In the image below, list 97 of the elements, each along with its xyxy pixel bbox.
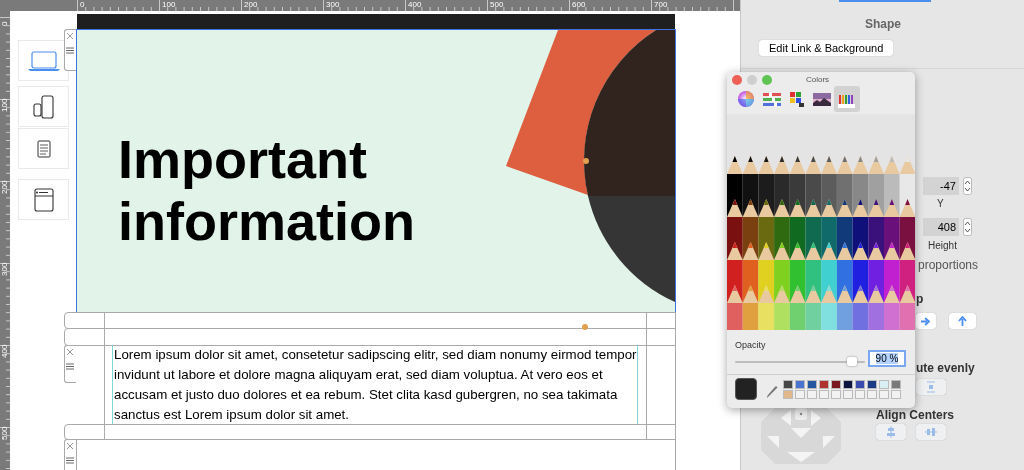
opacity-field[interactable]: 90 % <box>868 350 906 367</box>
align-center-vertical-icon <box>886 426 896 438</box>
field-label: Height <box>928 239 957 253</box>
menu-icon[interactable] <box>66 47 74 54</box>
device-option[interactable] <box>18 179 69 220</box>
distribute-button[interactable] <box>916 379 946 395</box>
half-circle-shape[interactable] <box>584 30 675 302</box>
close-icon[interactable] <box>66 348 74 356</box>
handle-dot[interactable] <box>582 324 588 330</box>
empty-swatch[interactable] <box>843 390 853 399</box>
section-handle[interactable] <box>64 439 76 470</box>
align-middle-button[interactable] <box>916 424 946 440</box>
color-swatch[interactable] <box>795 380 805 389</box>
handle-dot[interactable] <box>583 158 589 164</box>
color-sliders-icon <box>762 90 782 108</box>
ruler-label: 300 <box>326 0 340 10</box>
close-button[interactable] <box>732 75 742 85</box>
arrow-up-icon <box>958 316 967 326</box>
color-swatch[interactable] <box>831 380 841 389</box>
ruler-label: 100 <box>0 98 10 112</box>
document-icon <box>36 139 51 158</box>
section-handle[interactable] <box>64 345 76 383</box>
number-field[interactable]: -47 <box>923 177 959 195</box>
slide-title[interactable]: Important information <box>118 128 458 252</box>
ruler-label: 0 <box>0 21 10 26</box>
slider-label: Opacity <box>735 340 766 350</box>
ruler-label: 400 <box>0 344 10 358</box>
section-row[interactable] <box>64 328 676 346</box>
empty-swatch[interactable] <box>891 390 901 399</box>
checkbox-label: proportions <box>918 257 979 274</box>
ruler-label: 400 <box>408 0 422 10</box>
distribute-vertical-icon <box>927 381 935 393</box>
color-swatch[interactable] <box>783 390 793 399</box>
stepper-icon[interactable] <box>963 177 972 195</box>
phone-and-watch-icon <box>31 94 56 119</box>
eyedropper-icon[interactable] <box>766 385 778 399</box>
empty-swatch[interactable] <box>795 390 805 399</box>
ruler-label: 600 <box>572 0 586 10</box>
close-icon[interactable] <box>66 442 74 450</box>
menu-icon[interactable] <box>66 363 74 370</box>
device-option[interactable] <box>18 128 69 169</box>
ruler-label: 200 <box>0 180 10 194</box>
edit-link-button[interactable]: Edit Link & Background <box>759 40 894 56</box>
color-mode-tab[interactable] <box>834 86 860 112</box>
align-center-button[interactable] <box>876 424 906 440</box>
ruler-label: 700 <box>654 0 668 10</box>
wedge-shape[interactable] <box>506 30 656 195</box>
align-center-horizontal-icon <box>925 427 937 437</box>
color-swatch[interactable] <box>879 380 889 389</box>
body-text[interactable]: Lorem ipsum dolor sit amet, consetetur sadipscing elitr, sed diam nonumy eirmod tempor invidunt ut labore et dolore magna aliquyam erat, sed diam voluptua. At vero eos et accusam et justo duo dolores et ea rebum. Stet clita kasd gubergren, no sea takimata sanctus est Lorem ipsum dolor sit amet. <box>112 345 638 424</box>
stepper-icon[interactable] <box>963 218 972 236</box>
section-heading: Shape <box>865 16 901 33</box>
section-row[interactable] <box>64 312 676 329</box>
number-field[interactable]: 408 <box>923 218 959 236</box>
window-title: Colors <box>806 75 830 85</box>
arrow-right-icon <box>921 316 931 326</box>
device-option[interactable] <box>18 86 69 127</box>
section-heading: Align Centers <box>876 407 954 424</box>
flip-vertical-button[interactable] <box>949 313 976 329</box>
color-wheel-icon <box>737 90 757 108</box>
ruler-label: 100 <box>162 0 176 10</box>
section-heading: ute evenly <box>916 360 975 377</box>
color-swatch[interactable] <box>867 380 877 389</box>
empty-swatch[interactable] <box>831 390 841 399</box>
color-swatch[interactable] <box>807 380 817 389</box>
color-palette-icon <box>787 90 807 108</box>
browser-window-icon <box>33 187 54 212</box>
ruler-label: 300 <box>0 262 10 276</box>
ruler-label: 500 <box>0 426 10 440</box>
ruler-label: 500 <box>490 0 504 10</box>
section-row[interactable] <box>64 424 676 440</box>
laptop-icon <box>26 49 61 72</box>
nudge-pad-icon[interactable] <box>761 408 841 464</box>
ruler-label: 0 <box>80 0 85 10</box>
slider-thumb[interactable] <box>847 357 857 366</box>
color-swatch[interactable] <box>843 380 853 389</box>
section-heading: p <box>916 291 924 308</box>
color-swatch[interactable] <box>783 380 793 389</box>
close-icon[interactable] <box>66 32 74 40</box>
flip-horizontal-button[interactable] <box>916 313 936 329</box>
field-label: Y <box>937 197 944 211</box>
zoom-button[interactable] <box>762 75 772 85</box>
menu-icon[interactable] <box>66 457 74 464</box>
section-handle[interactable] <box>64 29 76 71</box>
empty-swatch[interactable] <box>855 390 865 399</box>
landscape-image-icon <box>812 90 832 108</box>
empty-swatch[interactable] <box>867 390 877 399</box>
color-swatch[interactable] <box>819 380 829 389</box>
color-well[interactable] <box>735 378 757 400</box>
color-swatch[interactable] <box>855 380 865 389</box>
device-option[interactable] <box>18 40 69 81</box>
color-swatch[interactable] <box>891 380 901 389</box>
slide[interactable]: Important information <box>76 29 676 313</box>
empty-swatch[interactable] <box>819 390 829 399</box>
empty-swatch[interactable] <box>879 390 889 399</box>
empty-swatch[interactable] <box>807 390 817 399</box>
ruler-label: 200 <box>244 0 258 10</box>
